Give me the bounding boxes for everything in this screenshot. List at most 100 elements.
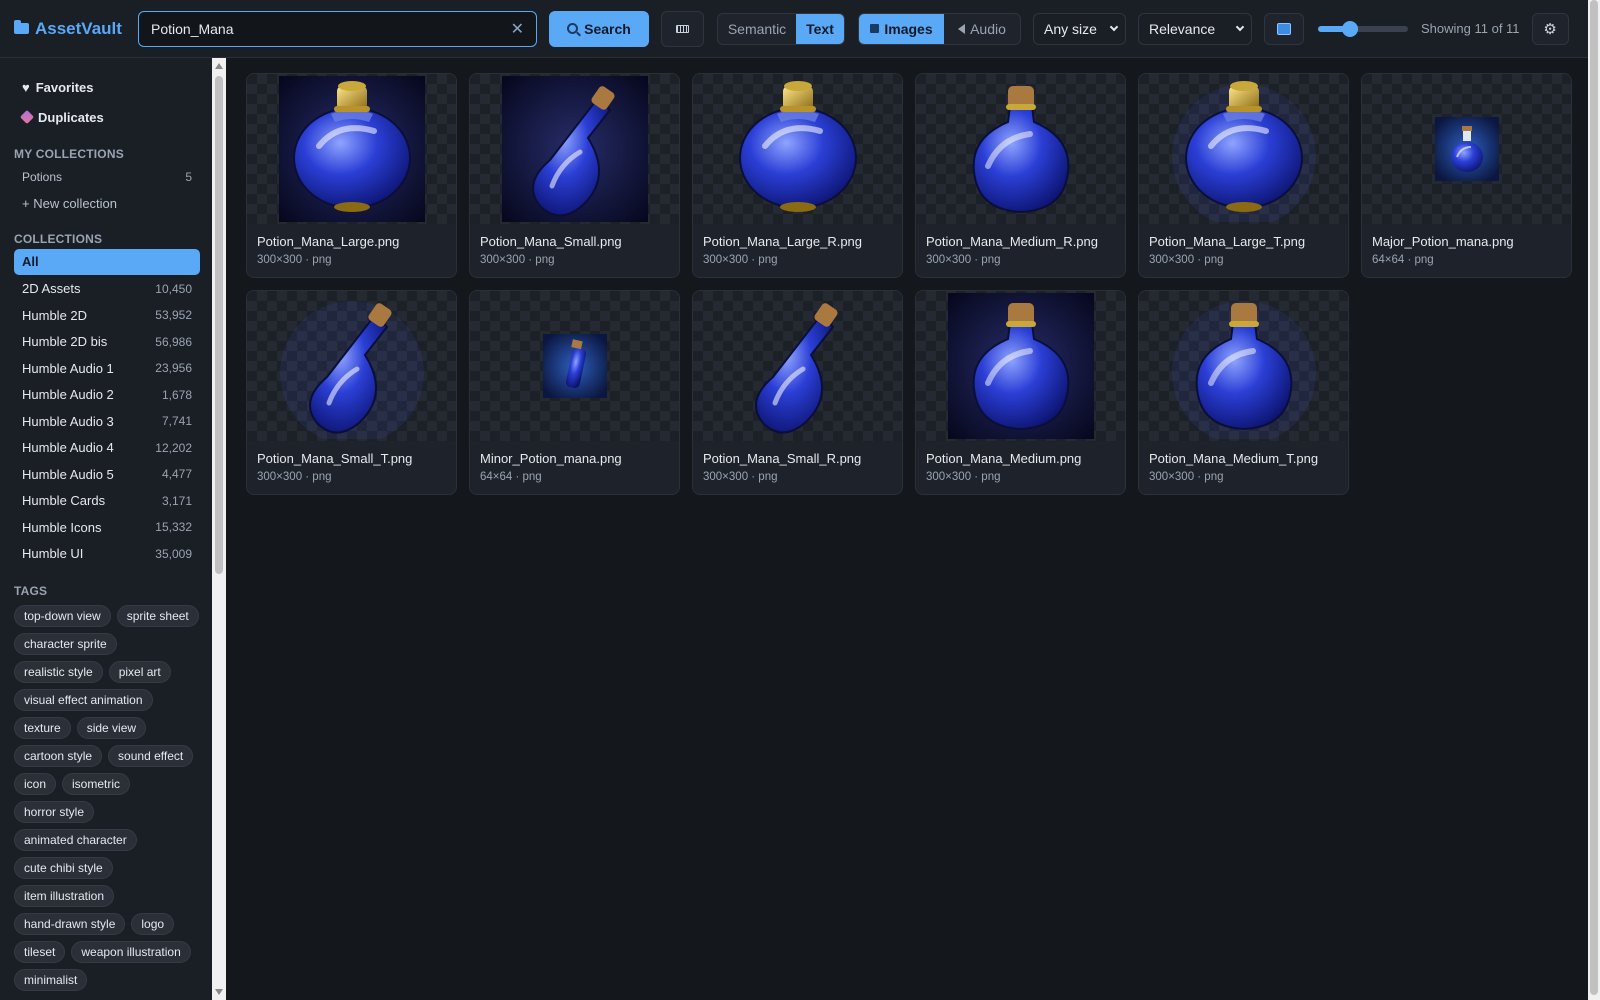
tag-chip[interactable]: cartoon style xyxy=(14,745,103,767)
tag-chip[interactable]: pixel art xyxy=(108,661,171,683)
media-images[interactable]: Images xyxy=(859,13,944,44)
collection-count: 12,202 xyxy=(155,440,192,455)
tag-chip[interactable]: animated character xyxy=(14,829,137,851)
keyboard-button[interactable] xyxy=(661,10,704,47)
asset-caption: Potion_Mana_Small_R.png 300×300 · png xyxy=(693,441,902,483)
clear-search-icon[interactable]: ✕ xyxy=(511,19,524,39)
media-audio[interactable]: Audio xyxy=(944,14,1020,44)
sidebar-item-humble-audio-5[interactable]: Humble Audio 5 4,477 xyxy=(14,461,200,488)
tag-chip[interactable]: character sprite xyxy=(14,633,117,655)
asset-card[interactable]: Potion_Mana_Large_T.png 300×300 · png xyxy=(1138,73,1349,278)
thumbnail-size-slider[interactable] xyxy=(1318,20,1408,37)
asset-caption: Potion_Mana_Large_T.png 300×300 · png xyxy=(1139,224,1348,266)
mana-potion-medium-icon xyxy=(1171,301,1316,439)
sidebar-item-humble-audio-4[interactable]: Humble Audio 4 12,202 xyxy=(14,435,200,462)
tag-chip[interactable]: sound effect xyxy=(108,745,194,767)
asset-thumbnail[interactable] xyxy=(1139,74,1348,224)
app-logo[interactable]: AssetVault xyxy=(14,19,138,39)
asset-card[interactable]: Potion_Mana_Small_R.png 300×300 · png xyxy=(692,290,903,495)
tag-chip[interactable]: texture xyxy=(14,717,71,739)
tag-chip[interactable]: top-down view xyxy=(14,605,111,627)
sidebar-item-humble-audio-1[interactable]: Humble Audio 1 23,956 xyxy=(14,355,200,382)
scroll-up-icon[interactable] xyxy=(215,63,223,69)
settings-button[interactable]: ⚙ xyxy=(1531,12,1569,45)
collection-label: Humble 2D xyxy=(22,307,88,323)
asset-card[interactable]: Minor_Potion_mana.png 64×64 · png xyxy=(469,290,680,495)
asset-card[interactable]: Potion_Mana_Small_T.png 300×300 · png xyxy=(246,290,457,495)
mode-semantic[interactable]: Semantic xyxy=(718,14,796,44)
sidebar-scrollbar[interactable] xyxy=(212,58,226,1000)
collection-count: 4,477 xyxy=(161,467,192,482)
media-audio-label: Audio xyxy=(970,20,1006,37)
window-scrollbar[interactable] xyxy=(1588,0,1600,1000)
asset-thumbnail[interactable] xyxy=(1139,291,1348,441)
new-collection-button[interactable]: + New collection xyxy=(14,191,200,217)
chevron-down-icon xyxy=(1235,22,1245,31)
sidebar-scroll-thumb[interactable] xyxy=(215,76,223,574)
tag-chip[interactable]: horror style xyxy=(14,801,95,823)
asset-thumbnail[interactable] xyxy=(247,291,456,441)
sidebar-item-humble-2d[interactable]: Humble 2D 53,952 xyxy=(14,302,200,329)
tag-chip[interactable]: item illustration xyxy=(14,885,115,907)
tag-chip[interactable]: hand-drawn style xyxy=(14,913,126,935)
tag-chip[interactable]: isometric xyxy=(62,773,131,795)
asset-thumbnail[interactable] xyxy=(1362,74,1571,224)
size-filter-select[interactable]: Any size xyxy=(1033,12,1126,45)
sidebar-item-humble-audio-2[interactable]: Humble Audio 2 1,678 xyxy=(14,382,200,409)
search-button[interactable]: Search xyxy=(549,10,649,47)
tag-chip[interactable]: visual effect animation xyxy=(14,689,153,711)
asset-thumbnail[interactable] xyxy=(470,74,679,224)
asset-card[interactable]: Potion_Mana_Large.png 300×300 · png xyxy=(246,73,457,278)
window-scroll-thumb[interactable] xyxy=(1590,0,1598,995)
mode-text[interactable]: Text xyxy=(796,13,844,44)
search-box: ✕ xyxy=(138,10,537,47)
sidebar-item-humble-icons[interactable]: Humble Icons 15,332 xyxy=(14,514,200,541)
tag-chip[interactable]: minimalist xyxy=(14,969,88,991)
sidebar-item-all[interactable]: All xyxy=(14,248,200,275)
sidebar-item-humble-2d-bis[interactable]: Humble 2D bis 56,986 xyxy=(14,329,200,356)
sidebar-favorites[interactable]: ♥ Favorites xyxy=(14,72,200,102)
sort-select[interactable]: Relevance xyxy=(1138,12,1252,45)
asset-meta: 300×300 · png xyxy=(703,471,778,483)
sidebar-duplicates[interactable]: Duplicates xyxy=(14,102,200,132)
sidebar-item-humble-ui[interactable]: Humble UI 35,009 xyxy=(14,541,200,568)
tag-chip[interactable]: realistic style xyxy=(14,661,103,683)
asset-meta: 64×64 · png xyxy=(480,471,542,483)
tag-chip[interactable]: cute chibi style xyxy=(14,857,113,879)
sidebar-item-2d-assets[interactable]: 2D Assets 10,450 xyxy=(14,276,200,303)
image-icon xyxy=(870,24,880,33)
asset-card[interactable]: Potion_Mana_Medium_T.png 300×300 · png xyxy=(1138,290,1349,495)
asset-thumbnail[interactable] xyxy=(916,291,1125,441)
tag-chip[interactable]: logo xyxy=(131,913,175,935)
collection-label: Humble Cards xyxy=(22,493,106,509)
asset-card[interactable]: Potion_Mana_Small.png 300×300 · png xyxy=(469,73,680,278)
asset-card[interactable]: Potion_Mana_Medium_R.png 300×300 · png xyxy=(915,73,1126,278)
tag-chip[interactable]: side view xyxy=(76,717,147,739)
collection-label: Humble Audio 3 xyxy=(22,413,114,429)
asset-card[interactable]: Potion_Mana_Large_R.png 300×300 · png xyxy=(692,73,903,278)
sidebar-item-humble-cards[interactable]: Humble Cards 3,171 xyxy=(14,488,200,515)
refresh-button[interactable] xyxy=(1264,12,1304,45)
slider-thumb[interactable] xyxy=(1342,20,1359,37)
asset-thumbnail[interactable] xyxy=(247,74,456,224)
sidebar-item-humble-audio-3[interactable]: Humble Audio 3 7,741 xyxy=(14,408,200,435)
asset-thumbnail[interactable] xyxy=(693,291,902,441)
asset-thumbnail[interactable] xyxy=(916,74,1125,224)
asset-thumbnail[interactable] xyxy=(470,291,679,441)
sidebar-item-potions[interactable]: Potions 5 xyxy=(14,164,200,191)
scroll-down-icon[interactable] xyxy=(215,989,223,995)
tag-chip[interactable]: tileset xyxy=(14,941,66,963)
tag-chip[interactable]: weapon illustration xyxy=(71,941,191,963)
chevron-down-icon xyxy=(1109,22,1119,31)
search-input[interactable] xyxy=(151,20,481,37)
asset-card[interactable]: Potion_Mana_Medium.png 300×300 · png xyxy=(915,290,1126,495)
asset-grid: Potion_Mana_Large.png 300×300 · png Poti… xyxy=(246,73,1572,495)
tag-chip[interactable]: icon xyxy=(14,773,57,795)
asset-card[interactable]: Major_Potion_mana.png 64×64 · png xyxy=(1361,73,1572,278)
tag-chip[interactable]: sprite sheet xyxy=(116,605,199,627)
collection-label: Humble Icons xyxy=(22,519,102,535)
collection-label: Humble Audio 5 xyxy=(22,466,114,482)
asset-thumbnail[interactable] xyxy=(693,74,902,224)
asset-caption: Potion_Mana_Medium_T.png 300×300 · png xyxy=(1139,441,1348,483)
collection-count: 10,450 xyxy=(155,281,192,296)
